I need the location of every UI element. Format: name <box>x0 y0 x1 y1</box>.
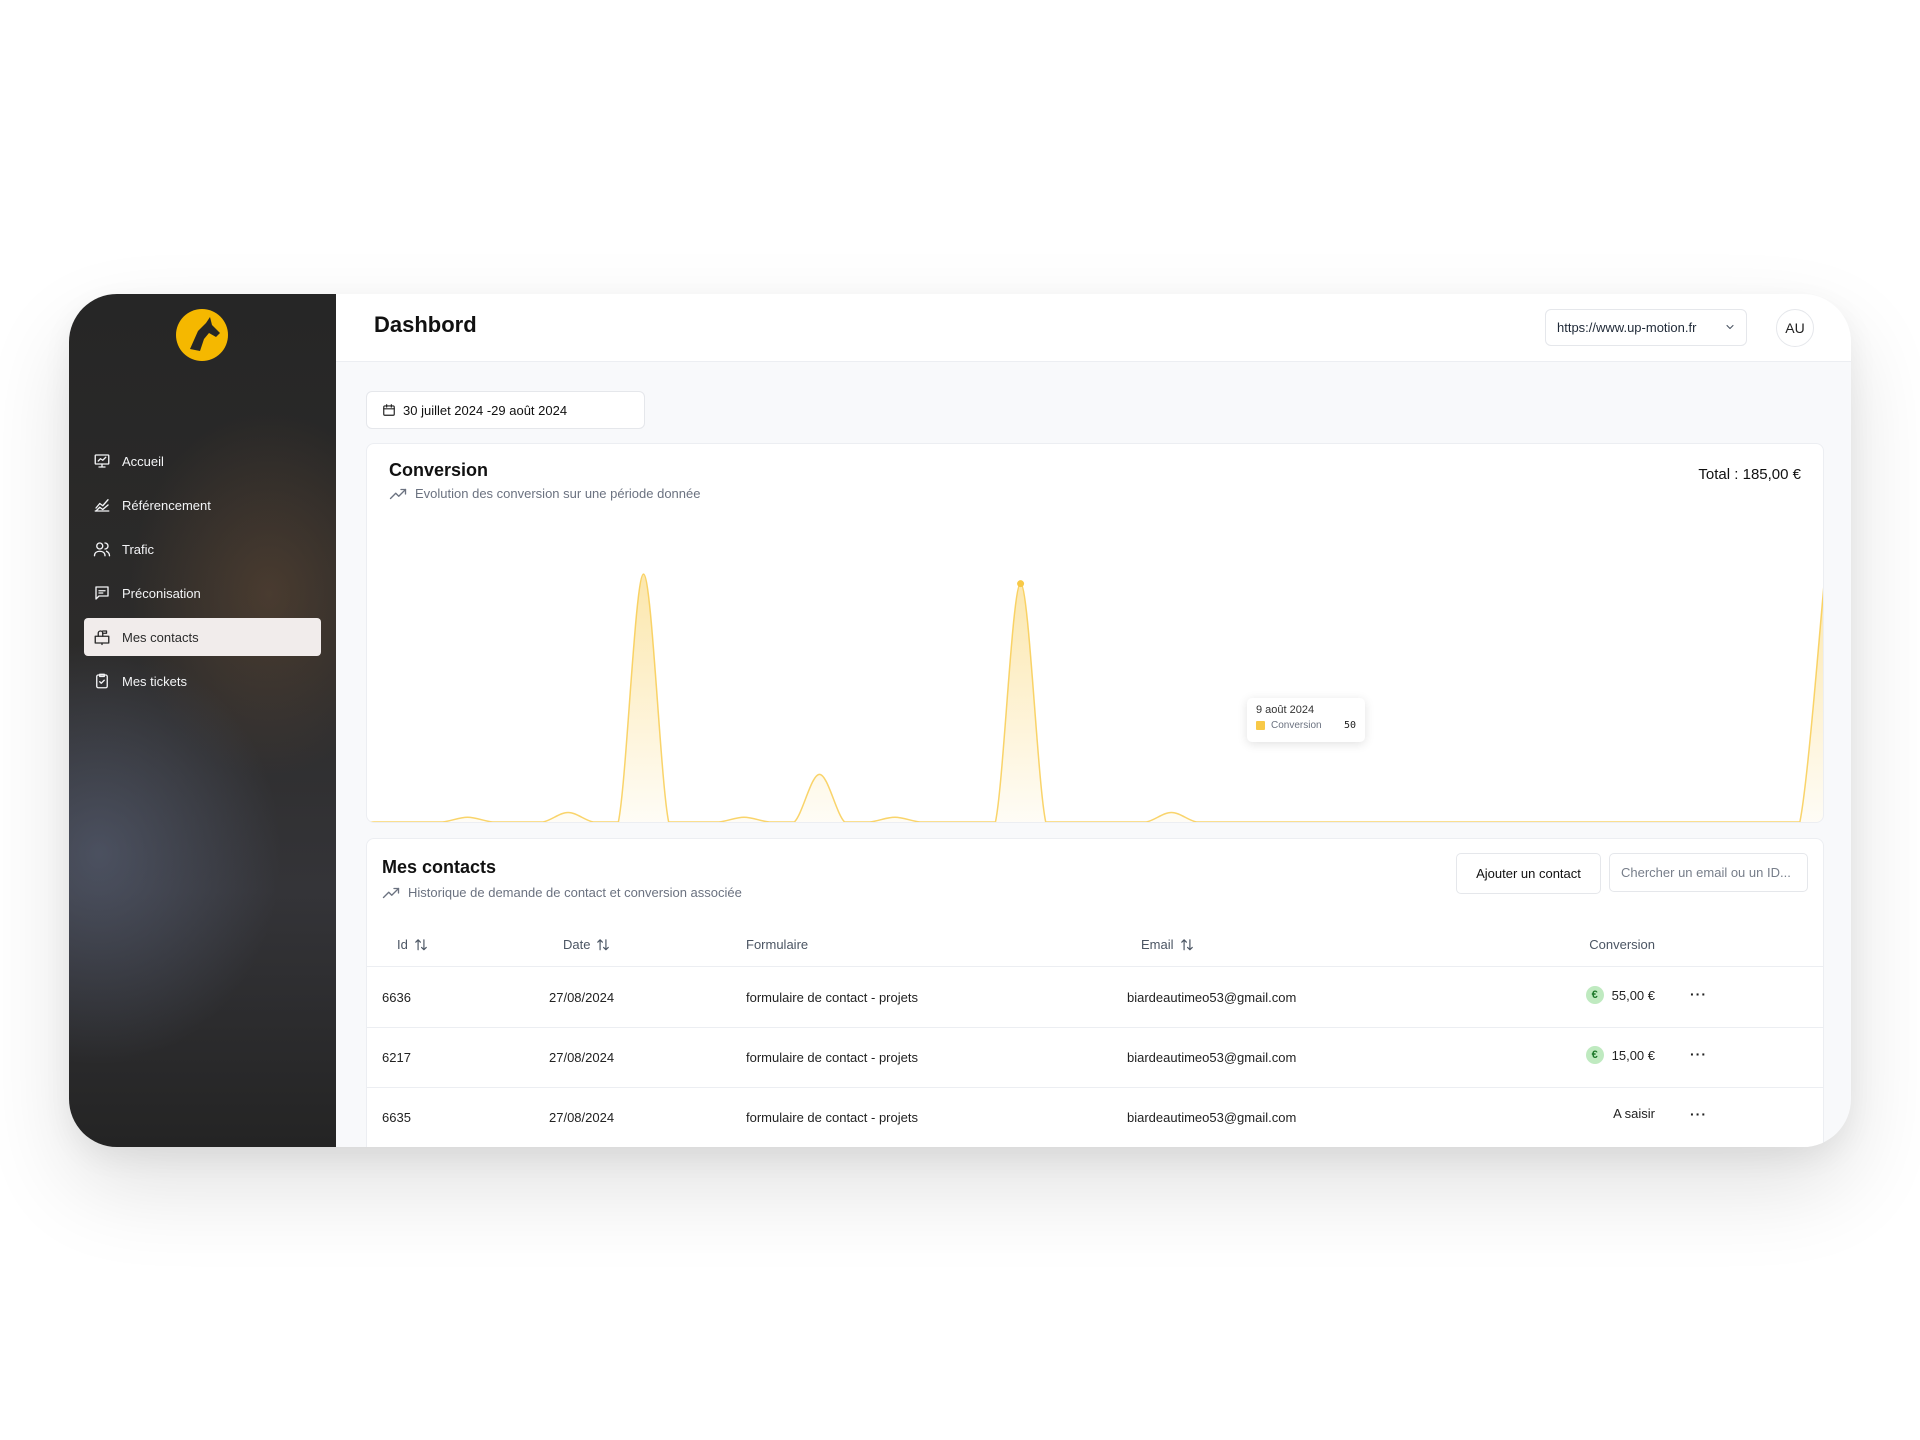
sort-icon <box>414 938 428 951</box>
more-options-icon[interactable]: ··· <box>1690 1106 1707 1122</box>
column-date-label: Date <box>563 937 591 952</box>
tooltip-date: 9 août 2024 <box>1256 704 1315 716</box>
column-form-label: Formulaire <box>746 937 809 952</box>
cell-form: formulaire de contact - projets <box>746 1050 918 1065</box>
mailbox-icon <box>92 627 112 647</box>
euro-icon: € <box>1585 1046 1604 1064</box>
more-options-icon[interactable]: ··· <box>1690 986 1707 1002</box>
site-select-value: https://www.up-motion.fr <box>1557 320 1697 335</box>
sidebar-item-preconisation[interactable]: Préconisation <box>84 574 321 612</box>
cell-conversion: € 55,00 € <box>1585 986 1655 1004</box>
date-range-picker[interactable]: 30 juillet 2024 -29 août 2024 <box>366 391 645 429</box>
conversion-total: Total : 185,00 € <box>1698 466 1801 483</box>
sidebar-nav: Accueil Référencement Trafic Préconisati… <box>84 442 321 706</box>
sidebar-item-label: Mes tickets <box>122 673 188 689</box>
message-icon <box>92 583 112 603</box>
clipboard-icon <box>92 671 112 691</box>
search-input[interactable] <box>1609 853 1808 892</box>
cell-conversion-value: A saisir <box>1613 1106 1655 1121</box>
table-header: Id Date Formulaire Email Conversion <box>367 925 1823 967</box>
cell-date: 27/08/2024 <box>549 1110 615 1125</box>
chevron-down-icon <box>1724 321 1736 336</box>
sidebar-item-label: Trafic <box>122 541 155 557</box>
column-email-label: Email <box>1141 937 1174 952</box>
site-select[interactable]: https://www.up-motion.fr <box>1545 309 1747 346</box>
horse-logo-icon[interactable] <box>176 309 228 361</box>
table-row[interactable]: 6636 27/08/2024 formulaire de contact - … <box>367 968 1823 1028</box>
conversion-subtitle-text: Evolution des conversion sur une période… <box>415 486 701 501</box>
cell-form: formulaire de contact - projets <box>746 1110 918 1125</box>
sidebar-item-trafic[interactable]: Trafic <box>84 530 321 568</box>
cell-id: 6636 <box>382 990 411 1005</box>
sidebar-item-referencement[interactable]: Référencement <box>84 486 321 524</box>
trending-up-icon <box>389 487 407 501</box>
tooltip-swatch <box>1256 721 1265 730</box>
conversion-card: Conversion Evolution des conversion sur … <box>366 443 1824 823</box>
sidebar: Accueil Référencement Trafic Préconisati… <box>69 294 336 1147</box>
presentation-icon <box>92 451 112 471</box>
contacts-title: Mes contacts <box>382 857 497 877</box>
column-conversion-label: Conversion <box>1589 937 1655 952</box>
main-content: Dashbord https://www.up-motion.fr AU 30 … <box>336 294 1851 1147</box>
column-date[interactable]: Date <box>563 937 610 952</box>
sort-icon <box>596 938 610 951</box>
sidebar-item-label: Accueil <box>122 453 164 469</box>
calendar-icon <box>382 403 396 417</box>
date-range-label: 30 juillet 2024 -29 août 2024 <box>403 402 568 418</box>
cell-conversion-value: 55,00 € <box>1611 987 1655 1003</box>
conversion-area <box>367 574 1823 822</box>
cell-date: 27/08/2024 <box>549 1050 615 1065</box>
page-title: Dashbord <box>374 312 477 337</box>
cell-id: 6217 <box>382 1050 411 1065</box>
cell-id: 6635 <box>382 1110 411 1125</box>
more-options-icon[interactable]: ··· <box>1690 1046 1707 1062</box>
contacts-card: Mes contacts Historique de demande de co… <box>366 838 1824 1147</box>
add-contact-button[interactable]: Ajouter un contact <box>1456 853 1601 894</box>
top-bar: Dashbord https://www.up-motion.fr AU <box>336 294 1851 362</box>
conversion-line <box>367 573 1823 822</box>
contacts-subtitle: Historique de demande de contact et conv… <box>382 885 742 900</box>
avatar[interactable]: AU <box>1776 309 1814 347</box>
sidebar-item-accueil[interactable]: Accueil <box>84 442 321 480</box>
sort-icon <box>1180 938 1194 951</box>
column-conversion: Conversion <box>1589 937 1655 952</box>
cell-email: biardeautimeo53@gmail.com <box>1127 1050 1297 1065</box>
table-row[interactable]: 6635 27/08/2024 formulaire de contact - … <box>367 1088 1823 1147</box>
conversion-title: Conversion <box>389 460 489 480</box>
conversion-subtitle: Evolution des conversion sur une période… <box>389 486 700 501</box>
tooltip-label: Conversion <box>1271 720 1322 731</box>
cell-conversion: € 15,00 € <box>1585 1046 1655 1064</box>
cell-form: formulaire de contact - projets <box>746 990 918 1005</box>
cell-conversion: A saisir <box>1613 1106 1655 1121</box>
cell-email: biardeautimeo53@gmail.com <box>1127 990 1297 1005</box>
tooltip-row: Conversion 50 <box>1256 720 1356 731</box>
cell-email: biardeautimeo53@gmail.com <box>1127 1110 1297 1125</box>
contacts-subtitle-text: Historique de demande de contact et conv… <box>408 885 742 900</box>
column-id[interactable]: Id <box>397 937 428 952</box>
app-window: Accueil Référencement Trafic Préconisati… <box>69 294 1851 1147</box>
cell-conversion-value: 15,00 € <box>1611 1047 1655 1063</box>
column-id-label: Id <box>397 937 408 952</box>
chart-tooltip: 9 août 2024 Conversion 50 <box>1247 698 1365 742</box>
sidebar-item-label: Préconisation <box>122 585 201 601</box>
euro-icon: € <box>1585 986 1604 1004</box>
highlight-point[interactable] <box>1017 580 1025 588</box>
cell-date: 27/08/2024 <box>549 990 615 1005</box>
sidebar-item-label: Mes contacts <box>122 629 199 645</box>
column-form: Formulaire <box>746 937 808 952</box>
tooltip-value: 50 <box>1343 720 1356 731</box>
sidebar-item-mes-contacts[interactable]: Mes contacts <box>84 618 321 656</box>
sidebar-item-mes-tickets[interactable]: Mes tickets <box>84 662 321 700</box>
sidebar-item-label: Référencement <box>122 497 211 513</box>
users-icon <box>92 539 112 559</box>
column-email[interactable]: Email <box>1141 937 1194 952</box>
table-row[interactable]: 6217 27/08/2024 formulaire de contact - … <box>367 1028 1823 1088</box>
chart-line-icon <box>92 495 112 515</box>
trending-up-icon <box>382 886 400 900</box>
